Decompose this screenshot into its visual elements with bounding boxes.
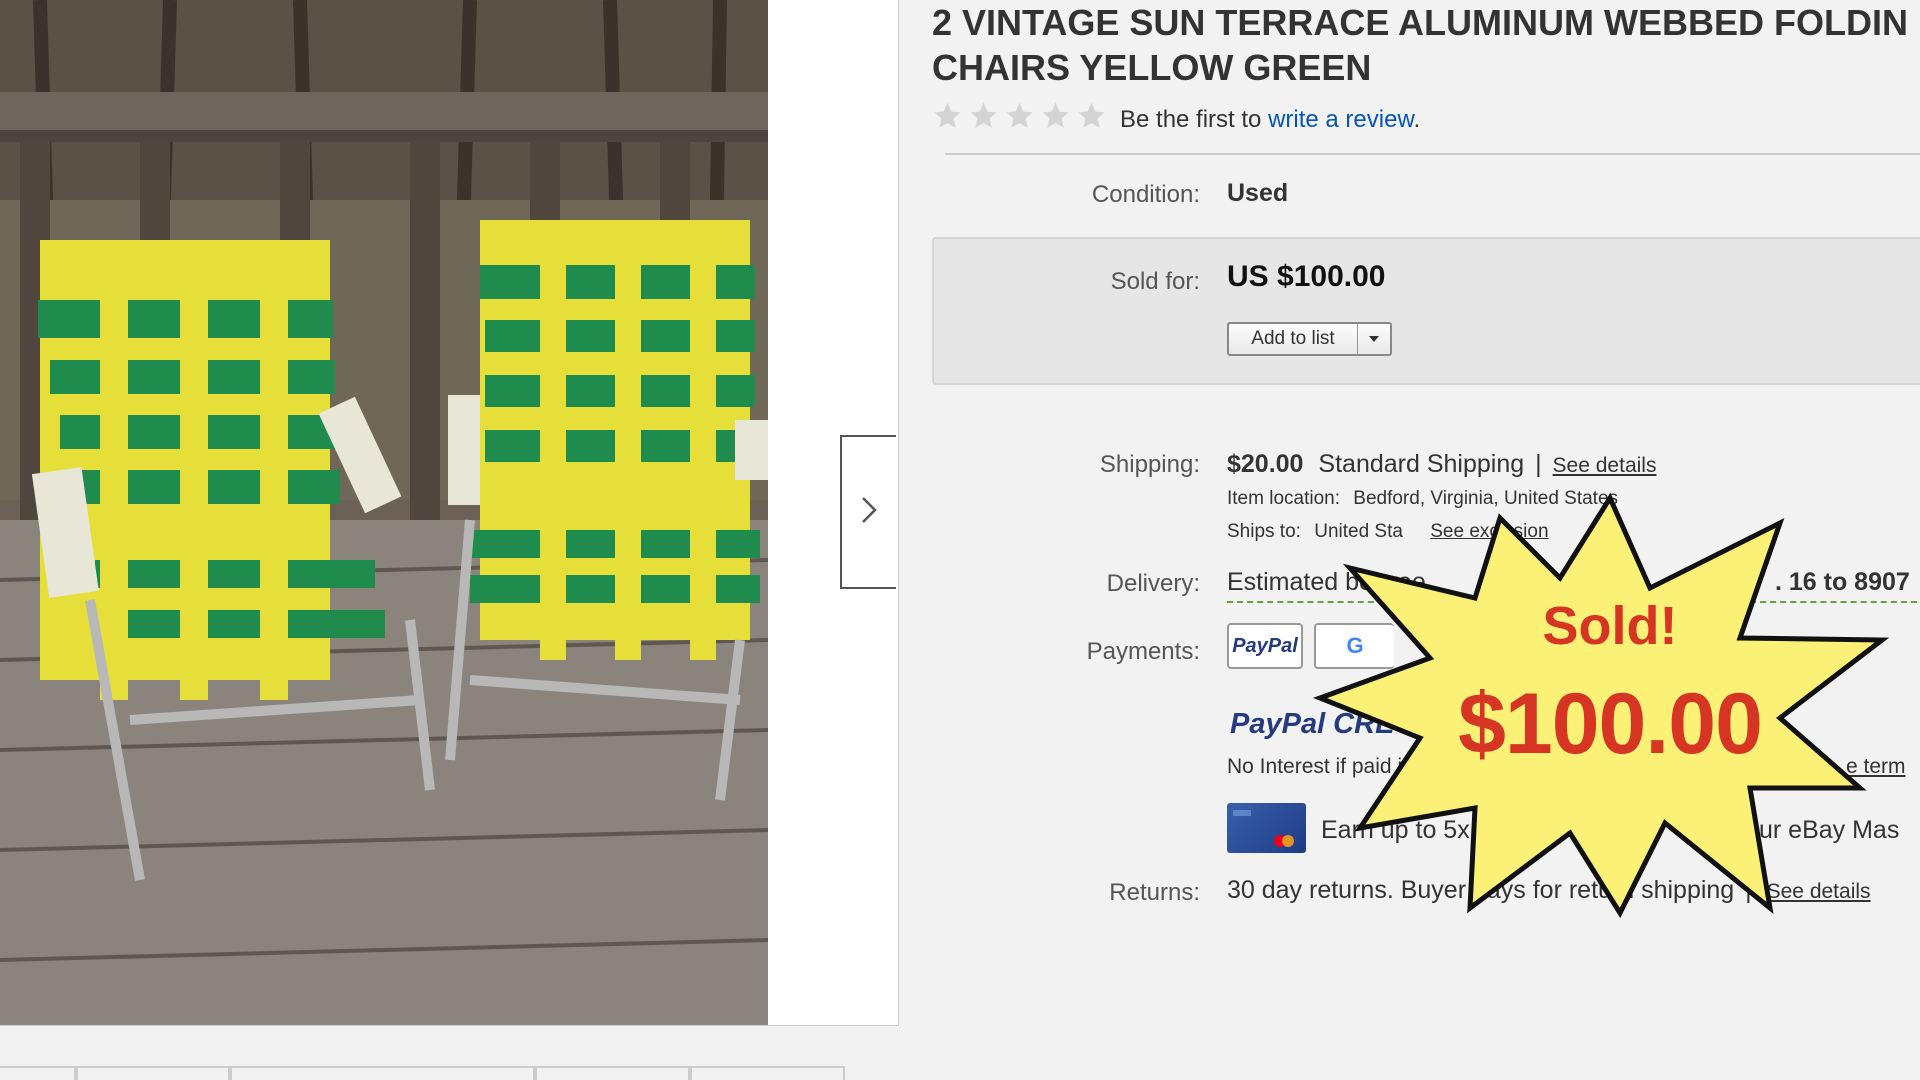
star-icon [1004, 100, 1035, 131]
thumbnail[interactable] [76, 1066, 230, 1080]
shipping-label: Shipping: [1099, 451, 1200, 478]
star-icon [932, 100, 963, 131]
shipping-see-details-link[interactable]: See details [1553, 454, 1657, 477]
review-suffix: . [1413, 106, 1421, 133]
star-icon [1076, 100, 1107, 131]
paypal-logo-text: PayPal [1232, 634, 1298, 657]
star-icon [1040, 100, 1071, 131]
sold-overlay-text: Sold! [1542, 596, 1678, 656]
shipping-line: $20.00 Standard Shipping | See details [1227, 450, 1656, 479]
sold-overlay-price: $100.00 [1458, 676, 1763, 772]
shipping-method: Standard Shipping [1318, 450, 1525, 478]
next-image-button[interactable] [840, 435, 896, 589]
returns-label: Returns: [1109, 879, 1200, 906]
sold-price: US $100.00 [1227, 260, 1386, 293]
ebay-mastercard-icon [1227, 803, 1306, 853]
sold-for-label: Sold for: [1110, 268, 1200, 295]
thumbnail[interactable] [535, 1066, 690, 1080]
caret-down-icon[interactable] [1358, 324, 1390, 354]
separator: | [1535, 450, 1542, 478]
thumbnail[interactable] [0, 1066, 76, 1080]
condition-label: Condition: [1091, 181, 1200, 208]
delivery-label: Delivery: [1106, 570, 1200, 597]
item-title-line: CHAIRS YELLOW GREEN [932, 47, 1372, 88]
add-to-list-label: Add to list [1229, 324, 1358, 354]
price-box [932, 237, 1920, 385]
paypal-logo: PayPal [1227, 623, 1303, 669]
divider [945, 153, 1920, 155]
thumbnail-strip [0, 1066, 898, 1080]
shipping-price: $20.00 [1227, 450, 1304, 478]
product-photo[interactable] [0, 0, 768, 1025]
item-title: 2 VINTAGE SUN TERRACE ALUMINUM WEBBED FO… [932, 0, 1920, 90]
item-title-line: 2 VINTAGE SUN TERRACE ALUMINUM WEBBED FO… [932, 2, 1908, 43]
star-icon [968, 100, 999, 131]
ships-to-label: Ships to: [1227, 521, 1301, 542]
write-review-link[interactable]: write a review [1268, 106, 1413, 133]
image-gallery [0, 0, 899, 1026]
chevron-right-icon [859, 495, 879, 530]
condition-value: Used [1227, 179, 1289, 207]
review-prefix: Be the first to [1120, 106, 1269, 133]
add-to-list-button[interactable]: Add to list [1227, 322, 1392, 356]
rating-stars[interactable] [932, 100, 1107, 131]
thumbnail[interactable] [230, 1066, 535, 1080]
review-prompt: Be the first to write a review. [1120, 106, 1420, 134]
thumbnail[interactable] [690, 1066, 845, 1080]
payments-label: Payments: [1086, 638, 1200, 665]
